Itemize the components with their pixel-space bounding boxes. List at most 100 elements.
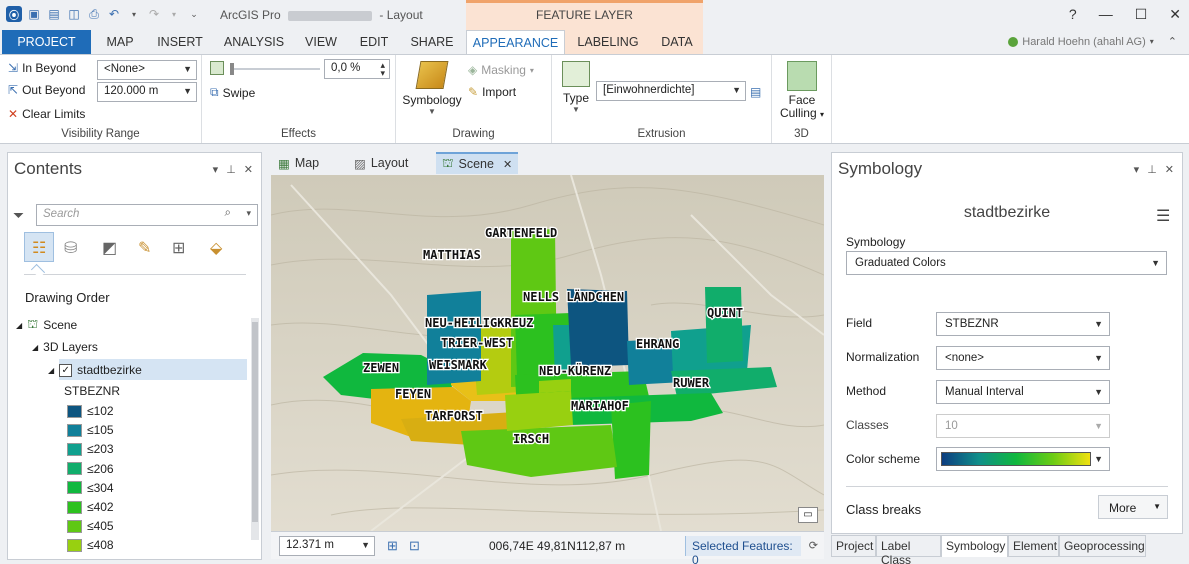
redo-icon[interactable]: ↷: [146, 6, 162, 22]
tab-labeling[interactable]: LABELING: [570, 30, 646, 54]
out-beyond-scale-dropdown[interactable]: 120.000 m ▼: [97, 82, 197, 102]
print-icon[interactable]: ⎙: [86, 6, 102, 22]
color-scheme-dropdown[interactable]: ▼: [936, 447, 1110, 471]
view-tab-layout[interactable]: ▨ Layout: [348, 152, 414, 174]
tab-map[interactable]: MAP: [100, 30, 140, 54]
tab-share[interactable]: SHARE: [404, 30, 460, 54]
new-project-icon[interactable]: ▣: [26, 6, 42, 22]
tab-appearance[interactable]: APPEARANCE: [466, 30, 565, 55]
legend-item[interactable]: ≤304: [67, 481, 114, 495]
in-beyond-button[interactable]: ⇲ In Beyond: [8, 61, 76, 75]
close-icon[interactable]: ✕: [1169, 6, 1181, 23]
filter-icon[interactable]: ⏷: [13, 207, 24, 224]
legend-item[interactable]: ≤102: [67, 404, 114, 418]
bottom-tab-geoprocessing[interactable]: Geoprocessing: [1059, 535, 1146, 557]
pin-icon[interactable]: ⊥: [1147, 163, 1157, 176]
tab-view[interactable]: VIEW: [298, 30, 344, 54]
extrusion-type-button[interactable]: Type ▼: [558, 61, 594, 114]
redo-dropdown-icon[interactable]: ▾: [166, 6, 182, 22]
editing-icon[interactable]: ✎: [138, 238, 151, 258]
minimize-icon[interactable]: —: [1099, 6, 1113, 23]
selected-features-count[interactable]: Selected Features: 0: [685, 536, 801, 564]
undo-dropdown-icon[interactable]: ▾: [126, 6, 142, 22]
bottom-tab-symbology[interactable]: Symbology: [941, 535, 1008, 557]
tab-analysis[interactable]: ANALYSIS: [220, 30, 288, 54]
tree-item-stadtbezirke[interactable]: ◢ ✓ stadtbezirke: [48, 363, 142, 377]
class-breaks-tab[interactable]: Class breaks: [846, 502, 921, 517]
refresh-icon[interactable]: ⟳: [809, 539, 818, 552]
transparency-slider[interactable]: [230, 63, 320, 75]
legend-item[interactable]: ≤408: [67, 538, 114, 552]
pin-icon[interactable]: ⊥: [226, 163, 236, 176]
legend-item[interactable]: ≤203: [67, 442, 114, 456]
bottom-tab-project[interactable]: Project: [831, 535, 876, 557]
transparency-input[interactable]: 0,0 % ▴ ▾: [324, 59, 390, 79]
close-icon[interactable]: ✕: [244, 163, 253, 176]
list-by-drawing-order-button[interactable]: ☷: [24, 232, 54, 262]
slider-thumb[interactable]: [230, 63, 234, 75]
search-icon[interactable]: ⌕: [225, 207, 231, 220]
snapping-icon[interactable]: ⊞: [172, 238, 185, 258]
legend-item[interactable]: ≤405: [67, 519, 114, 533]
method-dropdown[interactable]: Manual Interval ▼: [936, 380, 1110, 404]
chevron-down-icon[interactable]: ▾: [246, 208, 251, 219]
contents-scrollbar[interactable]: [251, 318, 259, 540]
tab-data[interactable]: DATA: [652, 30, 702, 54]
data-source-icon[interactable]: ⛁: [64, 238, 77, 258]
out-beyond-button[interactable]: ⇱ Out Beyond: [8, 83, 85, 97]
field-dropdown[interactable]: STBEZNR ▼: [936, 312, 1110, 336]
snapping-toggle-icon[interactable]: ⊡: [409, 538, 420, 554]
more-button[interactable]: More ▼: [1098, 495, 1168, 519]
close-icon[interactable]: ✕: [1165, 163, 1174, 176]
collapse-icon[interactable]: ◢: [48, 366, 54, 375]
symbology-button[interactable]: Symbology ▼: [400, 61, 464, 116]
collapse-icon[interactable]: ◢: [16, 321, 22, 330]
customize-qat-icon[interactable]: ⌄: [186, 6, 202, 22]
user-account[interactable]: Harald Hoehn (ahahl AG) ▾ ⌃: [1008, 35, 1177, 48]
face-culling-button[interactable]: Face Culling ▾: [776, 61, 828, 121]
contents-search-input[interactable]: Search ⌕ ▾: [36, 204, 258, 226]
ribbon-collapse-icon[interactable]: ⌃: [1168, 35, 1177, 48]
tree-item-scene[interactable]: ◢ ⛫ Scene: [16, 317, 77, 333]
scene-canvas[interactable]: GARTENFELD MATTHIAS NELLS LÄNDCHEN QUINT…: [271, 175, 824, 531]
user-dropdown-icon[interactable]: ▾: [1150, 37, 1154, 46]
layer-visibility-checkbox[interactable]: ✓: [59, 363, 73, 377]
scene-view[interactable]: GARTENFELD MATTHIAS NELLS LÄNDCHEN QUINT…: [271, 175, 824, 531]
help-button[interactable]: ?: [1069, 6, 1077, 23]
tab-edit[interactable]: EDIT: [354, 30, 394, 54]
undo-icon[interactable]: ↶: [106, 6, 122, 22]
tree-item-3d-layers[interactable]: ◢ 3D Layers: [32, 340, 98, 354]
pane-menu-icon[interactable]: ▾: [1134, 163, 1140, 176]
tab-project[interactable]: PROJECT: [2, 30, 91, 54]
close-tab-icon[interactable]: ✕: [503, 158, 512, 171]
navigator-toggle-icon[interactable]: ▭: [798, 507, 818, 523]
view-tab-scene[interactable]: ⛫ Scene ✕: [436, 152, 518, 174]
scale-dropdown[interactable]: 12.371 m ▼: [279, 536, 375, 556]
normalization-dropdown[interactable]: <none> ▼: [936, 346, 1110, 370]
view-tab-map[interactable]: ▦ Map: [272, 152, 325, 174]
pane-menu-icon[interactable]: ▾: [213, 163, 219, 176]
save-icon[interactable]: ◫: [66, 6, 82, 22]
maximize-icon[interactable]: ☐: [1135, 6, 1148, 23]
import-button[interactable]: ✎ Import: [468, 85, 516, 99]
extrusion-expression-dropdown[interactable]: [Einwohnerdichte] ▼: [596, 81, 746, 101]
legend-item[interactable]: ≤105: [67, 423, 114, 437]
coordinate-system-icon[interactable]: ⊞: [387, 538, 398, 554]
selection-icon[interactable]: ◩: [102, 238, 117, 258]
legend-item[interactable]: ≤206: [67, 462, 114, 476]
bottom-tab-label-class[interactable]: Label Class: [876, 535, 941, 564]
legend-item[interactable]: ≤402: [67, 500, 114, 514]
in-beyond-scale-dropdown[interactable]: <None> ▼: [97, 60, 197, 80]
tab-insert[interactable]: INSERT: [152, 30, 208, 54]
open-folder-icon[interactable]: ▤: [46, 6, 62, 22]
hamburger-menu-icon[interactable]: ☰: [1156, 206, 1170, 226]
scroll-thumb[interactable]: [252, 322, 258, 522]
group-extrusion: Type ▼ [Einwohnerdichte] ▼ ▤ Extrusion: [552, 55, 772, 143]
swipe-button[interactable]: ⧉ Swipe: [210, 85, 255, 100]
bottom-tab-element[interactable]: Element: [1008, 535, 1059, 557]
labeling-icon[interactable]: ⬙: [210, 238, 222, 258]
expression-builder-icon[interactable]: ▤: [750, 85, 761, 99]
clear-limits-button[interactable]: ✕ Clear Limits: [8, 107, 85, 121]
collapse-icon[interactable]: ◢: [32, 343, 38, 352]
symbology-type-dropdown[interactable]: Graduated Colors ▼: [846, 251, 1167, 275]
